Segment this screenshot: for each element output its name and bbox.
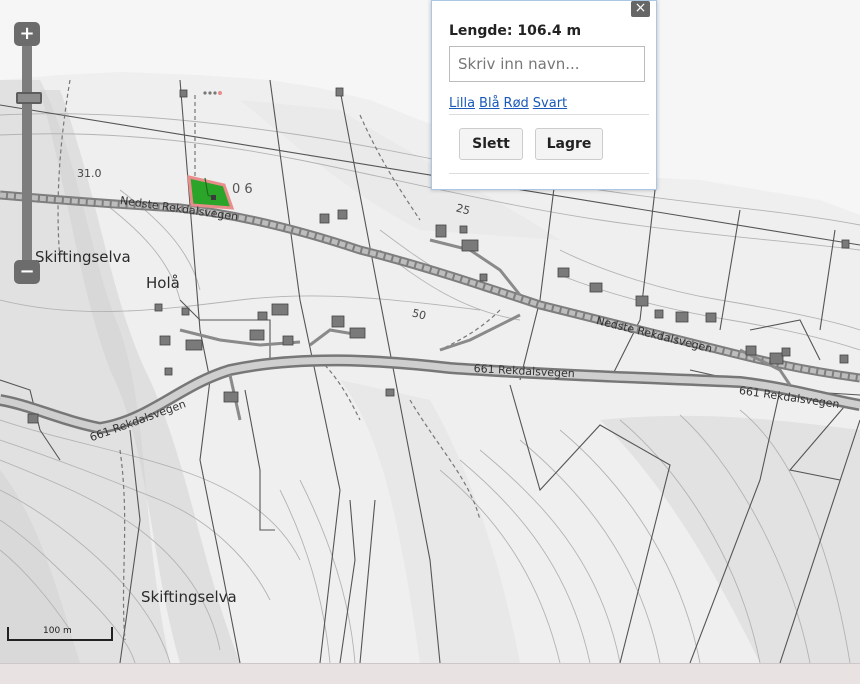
contour-label: 31.0 [77,167,102,180]
name-input[interactable] [449,46,645,82]
place-label-skiftingselva-south: Skiftingselva [141,588,237,606]
zoom-in-button[interactable]: + [14,22,40,46]
status-bar [0,663,860,684]
length-readout: Lengde: 106.4 m [449,23,582,39]
color-link-svart[interactable]: Svart [533,96,567,111]
color-link-lilla[interactable]: Lilla [449,96,475,111]
delete-button[interactable]: Slett [459,128,523,160]
place-label-hola: Holå [146,274,180,292]
zoom-out-button[interactable]: − [14,260,40,284]
zoom-slider-track[interactable] [22,44,32,268]
parcel-number-label: 0 6 [232,182,253,197]
map-canvas [0,0,860,663]
scale-label: 100 m [43,626,72,636]
divider [449,173,649,174]
map-view[interactable]: Skiftingselva Holå Skiftingselva 31.0 25… [0,0,860,663]
measure-popup: × Lengde: 106.4 m Lilla Blå Rød Svart Slett… [431,0,657,190]
color-link-bla[interactable]: Blå [479,96,500,111]
close-icon[interactable]: × [631,1,650,17]
divider [449,114,649,115]
place-label-skiftingselva: Skiftingselva [35,248,131,266]
scale-bar: 100 m [7,626,113,641]
zoom-slider-handle[interactable] [16,92,42,104]
color-link-rod[interactable]: Rød [504,96,529,111]
save-button[interactable]: Lagre [535,128,603,160]
zoom-control: + − [14,22,42,284]
color-links: Lilla Blå Rød Svart [449,96,571,111]
